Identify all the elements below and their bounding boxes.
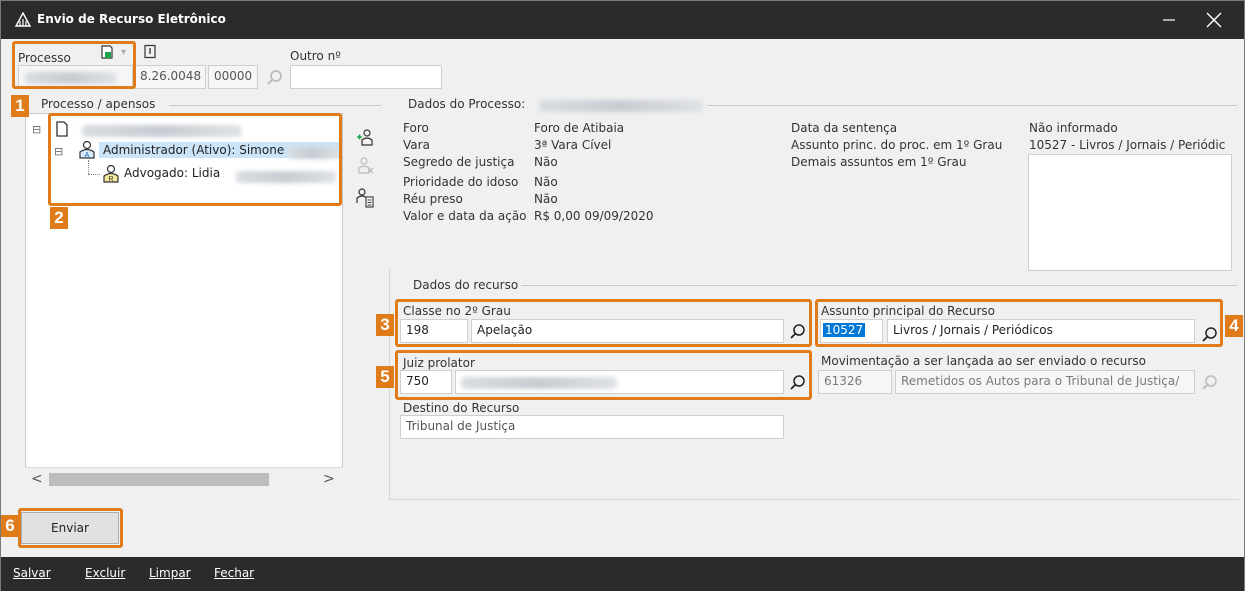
- segredo-value: Não: [534, 155, 558, 169]
- horizontal-scrollbar[interactable]: < >: [25, 467, 343, 491]
- processo-segment2-field[interactable]: 8.26.0048: [134, 65, 206, 89]
- menu-limpar[interactable]: Limpar: [149, 566, 191, 580]
- bottom-menu-bar: Salvar Excluir Limpar Fechar: [1, 557, 1244, 591]
- divider: [521, 285, 1237, 286]
- movimentacao-label: Movimentação a ser lançada ao ser enviad…: [821, 354, 1146, 368]
- menu-excluir[interactable]: Excluir: [85, 566, 125, 580]
- foro-value: Foro de Atibaia: [534, 121, 625, 135]
- search-icon[interactable]: [266, 69, 284, 87]
- badge-4: 4: [1225, 315, 1243, 337]
- main-window: Envio de Recurso Eletrônico Processo ▾ O…: [0, 0, 1245, 591]
- highlight-enviar: [18, 508, 123, 548]
- divider: [389, 499, 1239, 500]
- reu-preso-label: Réu preso: [403, 192, 463, 206]
- movimentacao-desc-field: Remetidos os Autos para o Tribunal de Ju…: [895, 370, 1195, 394]
- outro-label: Outro nº: [290, 49, 341, 63]
- app-logo-icon: [15, 12, 31, 27]
- prioridade-value: Não: [534, 175, 558, 189]
- highlight-assunto: [815, 299, 1223, 347]
- demais-assuntos-list[interactable]: [1028, 154, 1232, 271]
- dados-processo-label: Dados do Processo:: [408, 97, 526, 111]
- badge-2: 2: [50, 207, 68, 229]
- dados-recurso-label: Dados do recurso: [413, 278, 519, 292]
- segredo-label: Segredo de justiça: [403, 155, 515, 169]
- add-party-icon[interactable]: [355, 127, 375, 147]
- outro-numero-input[interactable]: [290, 65, 442, 89]
- info-document-icon[interactable]: [143, 44, 157, 60]
- destino-label: Destino do Recurso: [403, 401, 520, 415]
- highlight-classe: [395, 299, 812, 347]
- window-title: Envio de Recurso Eletrônico: [37, 12, 226, 26]
- badge-6: 6: [1, 515, 19, 537]
- menu-salvar[interactable]: Salvar: [13, 566, 51, 580]
- divider: [707, 105, 1237, 106]
- valor-value: R$ 0,00 09/09/2020: [534, 209, 654, 223]
- badge-3: 3: [376, 314, 394, 336]
- party-details-icon[interactable]: [355, 187, 375, 209]
- divider: [169, 105, 381, 106]
- badge-1: 1: [11, 95, 29, 117]
- vara-value: 3ª Vara Cível: [534, 138, 612, 152]
- assunto-1grau-value: 10527 - Livros / Jornais / Periódic: [1029, 138, 1226, 152]
- search-icon: [1202, 375, 1217, 390]
- foro-label: Foro: [403, 121, 429, 135]
- highlight-processo: [12, 41, 136, 89]
- menu-fechar[interactable]: Fechar: [214, 566, 254, 580]
- prioridade-label: Prioridade do idoso: [403, 175, 519, 189]
- assunto-1grau-label: Assunto princ. do proc. em 1º Grau: [791, 138, 1003, 152]
- reu-preso-value: Não: [534, 192, 558, 206]
- destino-field[interactable]: Tribunal de Justiça: [400, 415, 784, 439]
- collapse-icon[interactable]: ⊟: [32, 123, 41, 136]
- movimentacao-code-field: 61326: [818, 370, 892, 394]
- scroll-right-icon[interactable]: >: [323, 471, 335, 487]
- scrollbar-thumb[interactable]: [49, 473, 269, 486]
- data-sentenca-value: Não informado: [1029, 121, 1118, 135]
- title-bar: Envio de Recurso Eletrônico: [1, 1, 1244, 39]
- processo-segment3-field[interactable]: 00000: [208, 65, 258, 89]
- demais-assuntos-label: Demais assuntos em 1º Grau: [791, 155, 967, 169]
- apensos-group-label: Processo / apensos: [41, 97, 156, 111]
- vara-label: Vara: [403, 138, 430, 152]
- highlight-juiz: [395, 350, 812, 400]
- badge-5: 5: [376, 366, 394, 388]
- scroll-left-icon[interactable]: <: [31, 471, 43, 487]
- valor-label: Valor e data da ação: [403, 209, 527, 223]
- minimize-icon[interactable]: [1157, 9, 1181, 31]
- remove-party-icon: [358, 157, 374, 174]
- close-icon[interactable]: [1201, 7, 1227, 33]
- data-sentenca-label: Data da sentença: [791, 121, 898, 135]
- highlight-partes: [48, 113, 342, 206]
